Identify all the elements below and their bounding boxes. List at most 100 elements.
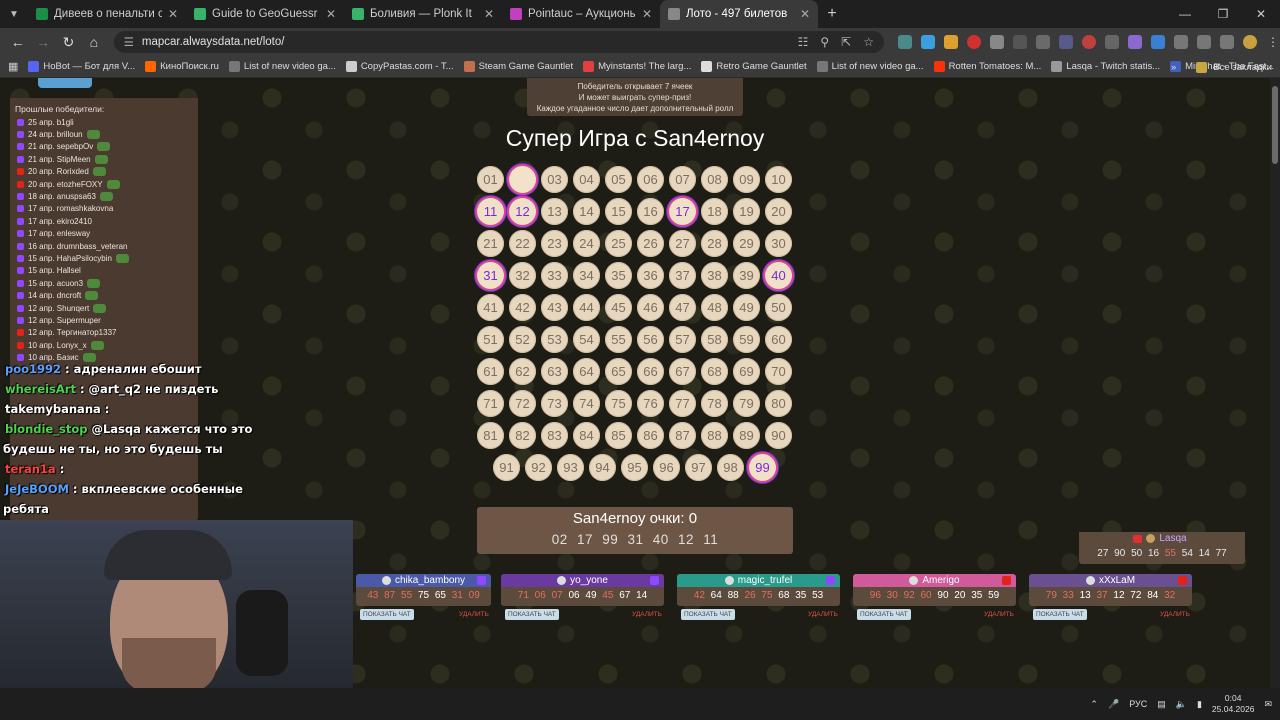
lotto-ball[interactable]: 17 [669, 198, 696, 225]
reload-icon[interactable]: ↻ [57, 34, 80, 51]
lotto-ball[interactable]: 38 [701, 262, 728, 289]
close-tab-icon[interactable]: ✕ [800, 7, 810, 21]
lotto-ball[interactable]: 10 [765, 166, 792, 193]
forward-icon[interactable]: → [31, 34, 54, 50]
lotto-ball[interactable]: 76 [637, 390, 664, 417]
lotto-ball[interactable]: 16 [637, 198, 664, 225]
lotto-ball[interactable]: 80 [765, 390, 792, 417]
battery-icon[interactable]: ▮ [1197, 699, 1202, 710]
browser-tab[interactable]: Лото - 497 билетов ✕ [660, 0, 818, 28]
bookmark-item[interactable]: Steam Game Gauntlet [463, 61, 573, 72]
notifications-icon[interactable]: ✉ [1264, 699, 1272, 710]
clock[interactable]: 0:04 25.04.2026 [1212, 693, 1255, 715]
lotto-ball[interactable]: 99 [749, 454, 776, 481]
lotto-ball[interactable]: 55 [605, 326, 632, 353]
lotto-ball[interactable]: 86 [637, 422, 664, 449]
lotto-ball[interactable]: 74 [573, 390, 600, 417]
lotto-ball[interactable]: 42 [509, 294, 536, 321]
volume-icon[interactable]: 🔈 [1176, 699, 1187, 710]
lotto-ball[interactable]: 12 [509, 198, 536, 225]
lotto-ball[interactable]: 30 [765, 230, 792, 257]
show-chat-button[interactable]: ПОКАЗАТЬ ЧАТ [1033, 609, 1087, 620]
bookmark-item[interactable]: CopyPastas.com - T... [345, 61, 454, 72]
extension-icon[interactable] [921, 35, 935, 49]
lotto-ball[interactable]: 85 [605, 422, 632, 449]
lotto-ball[interactable]: 45 [605, 294, 632, 321]
lotto-ball[interactable]: 29 [733, 230, 760, 257]
new-tab-button[interactable]: + [818, 5, 846, 23]
show-chat-button[interactable]: ПОКАЗАТЬ ЧАТ [857, 609, 911, 620]
lotto-ball[interactable]: 22 [509, 230, 536, 257]
lotto-ball[interactable]: 87 [669, 422, 696, 449]
lotto-ball[interactable]: 14 [573, 198, 600, 225]
close-tab-icon[interactable]: ✕ [326, 7, 336, 21]
lotto-ball[interactable]: 40 [765, 262, 792, 289]
lotto-ball[interactable]: 35 [605, 262, 632, 289]
extension-icon[interactable] [990, 35, 1004, 49]
lotto-ball[interactable]: 32 [509, 262, 536, 289]
close-tab-icon[interactable]: ✕ [168, 7, 178, 21]
lotto-ball[interactable]: 20 [765, 198, 792, 225]
all-bookmarks-link[interactable]: Все закладки [1213, 62, 1272, 73]
lotto-ball[interactable]: 95 [621, 454, 648, 481]
lotto-ball[interactable]: 59 [733, 326, 760, 353]
delete-button[interactable]: УДАЛИТЬ [459, 611, 489, 618]
lotto-ball[interactable]: 75 [605, 390, 632, 417]
extension-icon[interactable] [1151, 35, 1165, 49]
zoom-icon[interactable]: ⚲ [820, 35, 829, 49]
lotto-ball[interactable]: 67 [669, 358, 696, 385]
language-indicator[interactable]: РУС [1129, 699, 1147, 709]
lotto-ball[interactable]: 01 [477, 166, 504, 193]
lotto-ball[interactable]: 61 [477, 358, 504, 385]
lotto-ball[interactable]: 05 [605, 166, 632, 193]
lotto-ball[interactable]: 78 [701, 390, 728, 417]
media-icon[interactable] [1220, 35, 1234, 49]
delete-button[interactable]: УДАЛИТЬ [808, 611, 838, 618]
lotto-ball[interactable]: 28 [701, 230, 728, 257]
top-button[interactable] [38, 78, 92, 88]
download-icon[interactable] [1197, 35, 1211, 49]
lotto-ball[interactable]: 08 [701, 166, 728, 193]
lotto-ball[interactable]: 36 [637, 262, 664, 289]
avatar[interactable] [1243, 35, 1257, 49]
close-tab-icon[interactable]: ✕ [642, 7, 652, 21]
lotto-ball[interactable]: 89 [733, 422, 760, 449]
bookmark-item[interactable]: Myinstants! The larg... [583, 61, 691, 72]
lotto-ball[interactable]: 58 [701, 326, 728, 353]
lotto-ball[interactable]: 64 [573, 358, 600, 385]
extension-icon[interactable] [898, 35, 912, 49]
lotto-ball[interactable]: 69 [733, 358, 760, 385]
lotto-ball[interactable]: 26 [637, 230, 664, 257]
lotto-ball[interactable]: 51 [477, 326, 504, 353]
lotto-ball[interactable]: 92 [525, 454, 552, 481]
browser-tab[interactable]: Pointauc – Аукционы, лотереи ✕ [502, 0, 660, 28]
bookmark-item[interactable]: КиноПоиск.ru [145, 61, 219, 72]
tab-search-icon[interactable]: ▼ [0, 0, 28, 28]
site-info-icon[interactable]: ☰ [124, 35, 134, 49]
bookmark-item[interactable]: List of new video ga... [816, 61, 924, 72]
lotto-ball[interactable]: 98 [717, 454, 744, 481]
delete-button[interactable]: УДАЛИТЬ [1160, 611, 1190, 618]
lotto-ball[interactable]: 88 [701, 422, 728, 449]
lotto-ball[interactable]: 82 [509, 422, 536, 449]
lotto-ball[interactable]: 25 [605, 230, 632, 257]
show-chat-button[interactable]: ПОКАЗАТЬ ЧАТ [505, 609, 559, 620]
lotto-ball[interactable]: 47 [669, 294, 696, 321]
lotto-ball[interactable] [509, 166, 536, 193]
close-window-icon[interactable]: ✕ [1242, 0, 1280, 28]
lotto-ball[interactable]: 15 [605, 198, 632, 225]
lotto-ball[interactable]: 96 [653, 454, 680, 481]
more-bookmarks-icon[interactable]: » [1171, 62, 1176, 73]
lotto-ball[interactable]: 62 [509, 358, 536, 385]
lotto-ball[interactable]: 19 [733, 198, 760, 225]
extension-icon[interactable] [1013, 35, 1027, 49]
bookmark-star-icon[interactable]: ☆ [863, 35, 874, 49]
lotto-ball[interactable]: 48 [701, 294, 728, 321]
minimize-icon[interactable]: — [1166, 0, 1204, 28]
lotto-ball[interactable]: 94 [589, 454, 616, 481]
lotto-ball[interactable]: 84 [573, 422, 600, 449]
lotto-ball[interactable]: 52 [509, 326, 536, 353]
network-icon[interactable]: ▤ [1157, 699, 1166, 710]
lotto-ball[interactable]: 90 [765, 422, 792, 449]
kebab-menu-icon[interactable]: ⋮ [1266, 35, 1280, 49]
